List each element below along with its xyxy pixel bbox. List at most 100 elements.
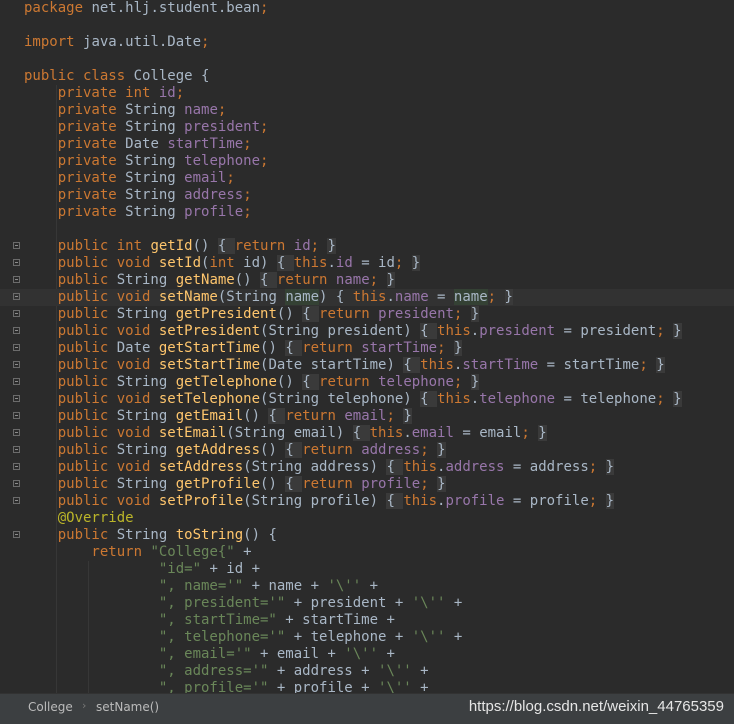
code-token: setId bbox=[158, 255, 202, 271]
code-line[interactable]: ", email='" + email + '\'' + bbox=[0, 646, 734, 663]
code-line[interactable]: ", president='" + president + '\'' + bbox=[0, 595, 734, 612]
code-line[interactable]: public Date getStartTime() { return star… bbox=[0, 340, 734, 357]
code-line[interactable]: ", startTime=" + startTime + bbox=[0, 612, 734, 629]
code-line[interactable]: ", profile='" + profile + '\'' + bbox=[0, 680, 734, 693]
code-line[interactable]: public void setName(String name) { this.… bbox=[0, 289, 734, 306]
code-token: public void bbox=[24, 493, 159, 509]
code-line[interactable]: "id=" + id + bbox=[0, 561, 734, 578]
fold-toggle-icon[interactable] bbox=[13, 412, 20, 419]
code-line[interactable]: ", address='" + address + '\'' + bbox=[0, 663, 734, 680]
code-line[interactable]: private String telephone; bbox=[0, 153, 734, 170]
code-token: ; bbox=[487, 289, 505, 305]
code-token: = profile bbox=[504, 493, 589, 509]
fold-toggle-icon[interactable] bbox=[13, 446, 20, 453]
code-token: return bbox=[319, 306, 379, 322]
code-token: { bbox=[386, 459, 404, 475]
code-token: { bbox=[285, 476, 303, 492]
fold-toggle-icon[interactable] bbox=[13, 429, 20, 436]
breadcrumb-method[interactable]: setName() bbox=[96, 700, 159, 714]
code-token: president bbox=[479, 323, 556, 339]
code-line[interactable]: public void setStartTime(Date startTime)… bbox=[0, 357, 734, 374]
code-text: ", startTime=" + startTime + bbox=[24, 612, 395, 629]
code-token: this bbox=[403, 493, 438, 509]
code-token: this bbox=[369, 425, 404, 441]
code-text: public String getPresident() { return pr… bbox=[24, 306, 480, 323]
code-token: + bbox=[445, 629, 463, 645]
code-line[interactable]: private String profile; bbox=[0, 204, 734, 221]
code-token: { bbox=[302, 306, 320, 322]
code-token: + bbox=[378, 646, 395, 662]
code-token: public void bbox=[24, 425, 159, 441]
code-token: ; bbox=[175, 85, 185, 101]
code-token: setStartTime bbox=[158, 357, 261, 373]
code-line[interactable] bbox=[0, 51, 734, 68]
fold-toggle-icon[interactable] bbox=[13, 480, 20, 487]
fold-toggle-icon[interactable] bbox=[13, 310, 20, 317]
code-text: public String getName() { return name; } bbox=[24, 272, 395, 289]
code-token: (Date startTime) bbox=[260, 357, 404, 373]
code-line[interactable]: public void setProfile(String profile) {… bbox=[0, 493, 734, 510]
code-line[interactable]: return "College{" + bbox=[0, 544, 734, 561]
code-line[interactable]: public String getProfile() { return prof… bbox=[0, 476, 734, 493]
fold-toggle-icon[interactable] bbox=[13, 361, 20, 368]
code-line[interactable]: public String getEmail() { return email;… bbox=[0, 408, 734, 425]
code-line[interactable]: public void setEmail(String email) { thi… bbox=[0, 425, 734, 442]
breadcrumb-class[interactable]: College bbox=[28, 700, 73, 714]
code-token: ; bbox=[656, 323, 674, 339]
code-line[interactable]: @Override bbox=[0, 510, 734, 527]
code-token: ; bbox=[521, 425, 539, 441]
fold-toggle-icon[interactable] bbox=[13, 276, 20, 283]
fold-toggle-icon[interactable] bbox=[13, 395, 20, 402]
code-line[interactable]: private String name; bbox=[0, 102, 734, 119]
code-token: } bbox=[656, 357, 665, 373]
code-token: () bbox=[260, 442, 286, 458]
code-line[interactable]: public void setPresident(String presiden… bbox=[0, 323, 734, 340]
code-text: ", telephone='" + telephone + '\'' + bbox=[24, 629, 462, 646]
code-token: '\'' bbox=[411, 629, 446, 645]
code-line[interactable]: private String address; bbox=[0, 187, 734, 204]
code-text: public void setId(int id) { this.id = id… bbox=[24, 255, 421, 272]
code-line[interactable] bbox=[0, 17, 734, 34]
fold-toggle-icon[interactable] bbox=[13, 497, 20, 504]
fold-toggle-icon[interactable] bbox=[13, 242, 20, 249]
code-line[interactable]: ", telephone='" + telephone + '\'' + bbox=[0, 629, 734, 646]
code-line[interactable]: import java.util.Date; bbox=[0, 34, 734, 51]
fold-toggle-icon[interactable] bbox=[13, 259, 20, 266]
code-editor[interactable]: package net.hlj.student.bean; import java… bbox=[0, 0, 734, 693]
code-line[interactable]: public String getAddress() { return addr… bbox=[0, 442, 734, 459]
code-token: = id bbox=[352, 255, 395, 271]
code-line[interactable] bbox=[0, 221, 734, 238]
code-line[interactable]: public int getId() { return id; } bbox=[0, 238, 734, 255]
code-line[interactable]: private String email; bbox=[0, 170, 734, 187]
code-line[interactable]: private Date startTime; bbox=[0, 136, 734, 153]
code-line[interactable]: public String getTelephone() { return te… bbox=[0, 374, 734, 391]
code-text: public int getId() { return id; } bbox=[24, 238, 336, 255]
fold-toggle-icon[interactable] bbox=[13, 344, 20, 351]
code-token: ; bbox=[588, 493, 606, 509]
code-line[interactable]: ", name='" + name + '\'' + bbox=[0, 578, 734, 595]
code-line[interactable]: public void setAddress(String address) {… bbox=[0, 459, 734, 476]
fold-toggle-icon[interactable] bbox=[13, 378, 20, 385]
code-line[interactable]: public String getPresident() { return pr… bbox=[0, 306, 734, 323]
code-text: public String toString() { bbox=[24, 527, 277, 544]
code-token: ", address='" bbox=[158, 663, 269, 679]
code-line[interactable]: public String toString() { bbox=[0, 527, 734, 544]
code-line[interactable]: public void setId(int id) { this.id = id… bbox=[0, 255, 734, 272]
code-token: { bbox=[352, 425, 370, 441]
code-line[interactable]: private String president; bbox=[0, 119, 734, 136]
status-bar: College › setName() https://blog.csdn.ne… bbox=[0, 693, 734, 724]
fold-toggle-icon[interactable] bbox=[13, 327, 20, 334]
code-line[interactable]: package net.hlj.student.bean; bbox=[0, 0, 734, 17]
fold-toggle-icon[interactable] bbox=[13, 463, 20, 470]
code-line[interactable]: private int id; bbox=[0, 85, 734, 102]
code-token: } bbox=[470, 374, 480, 390]
fold-toggle-icon[interactable] bbox=[13, 531, 20, 538]
code-token: . bbox=[327, 255, 336, 271]
fold-toggle-icon[interactable] bbox=[13, 293, 20, 300]
code-token: '\'' bbox=[327, 578, 362, 594]
code-line[interactable]: public void setTelephone(String telephon… bbox=[0, 391, 734, 408]
code-line[interactable]: public class College { bbox=[0, 68, 734, 85]
code-line[interactable]: public String getName() { return name; } bbox=[0, 272, 734, 289]
